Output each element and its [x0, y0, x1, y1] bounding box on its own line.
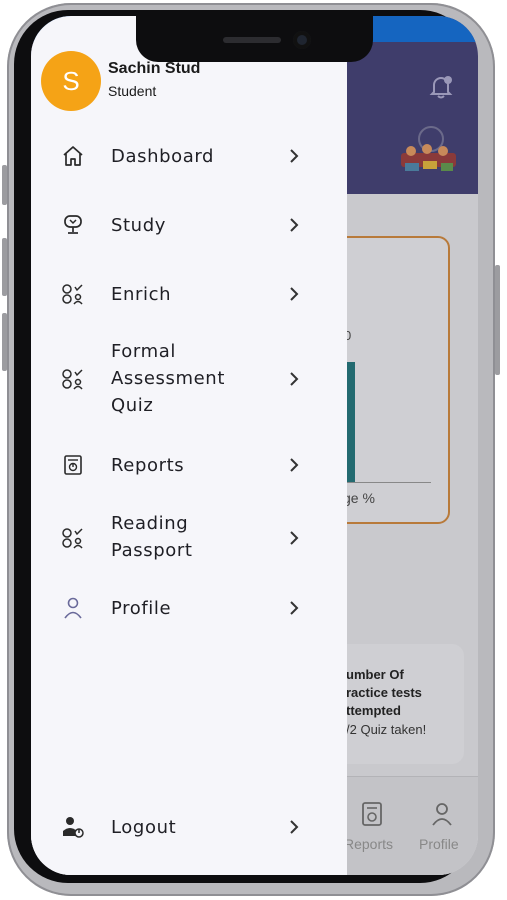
menu-item-enrich[interactable]: Enrich — [31, 279, 347, 309]
quiz-icon — [60, 366, 86, 392]
logout-icon — [60, 814, 86, 840]
profile-nav-icon — [431, 802, 453, 830]
volume-down-button — [2, 313, 7, 371]
menu-label-enrich: Enrich — [111, 283, 172, 305]
practice-tests-subtitle: /2 Quiz taken! — [346, 722, 427, 737]
reading-passport-icon — [60, 525, 86, 551]
phone-screen: 0 ge % umber Of ractice tests ttempted /… — [31, 16, 478, 875]
chevron-right-icon — [287, 215, 301, 235]
earpiece-speaker — [223, 37, 281, 43]
menu-label-study: Study — [111, 214, 166, 236]
chart-caption: ge % — [343, 490, 375, 506]
reports-icon — [60, 452, 86, 478]
notification-bell-icon[interactable] — [426, 71, 456, 105]
chevron-right-icon — [287, 528, 301, 548]
practice-tests-title: umber Of ractice tests ttempted — [346, 667, 422, 718]
nav-profile-label: Profile — [419, 836, 459, 852]
menu-item-formal-assessment-quiz[interactable]: Formal Assessment Quiz — [31, 338, 347, 420]
reports-nav-icon — [361, 802, 383, 830]
chevron-right-icon — [287, 817, 301, 837]
avatar[interactable]: S — [41, 51, 101, 111]
menu-label-profile: Profile — [111, 597, 172, 619]
front-camera — [293, 31, 311, 49]
mute-switch — [2, 165, 7, 205]
nav-reports[interactable]: Reports — [344, 802, 404, 862]
nav-profile[interactable]: Profile — [419, 802, 474, 862]
menu-item-dashboard[interactable]: Dashboard — [31, 141, 347, 171]
chevron-right-icon — [287, 284, 301, 304]
home-icon — [60, 143, 86, 169]
nav-reports-label: Reports — [344, 836, 394, 852]
menu-item-profile[interactable]: Profile — [31, 593, 347, 623]
kids-reading-illustration — [393, 121, 463, 176]
chevron-right-icon — [287, 369, 301, 389]
power-button — [495, 265, 500, 375]
menu-label-reports: Reports — [111, 454, 185, 476]
navigation-drawer: S Sachin Stud Student Dashboard Study En… — [31, 16, 347, 875]
menu-item-study[interactable]: Study — [31, 210, 347, 240]
study-icon — [60, 212, 86, 238]
user-name: Sachin Stud — [108, 60, 201, 77]
user-role: Student — [108, 83, 157, 99]
logout-button[interactable]: Logout — [31, 812, 347, 842]
enrich-icon — [60, 281, 86, 307]
chevron-right-icon — [287, 598, 301, 618]
chevron-right-icon — [287, 146, 301, 166]
chevron-right-icon — [287, 455, 301, 475]
menu-item-reports[interactable]: Reports — [31, 450, 347, 480]
menu-label-formal-assessment-quiz: Formal Assessment Quiz — [111, 341, 225, 416]
volume-up-button — [2, 238, 7, 296]
menu-label-dashboard: Dashboard — [111, 145, 215, 167]
menu-item-reading-passport[interactable]: Reading Passport — [31, 510, 347, 565]
profile-icon — [60, 595, 86, 621]
menu-label-reading-passport: Reading Passport — [111, 513, 193, 561]
logout-label: Logout — [111, 816, 177, 838]
